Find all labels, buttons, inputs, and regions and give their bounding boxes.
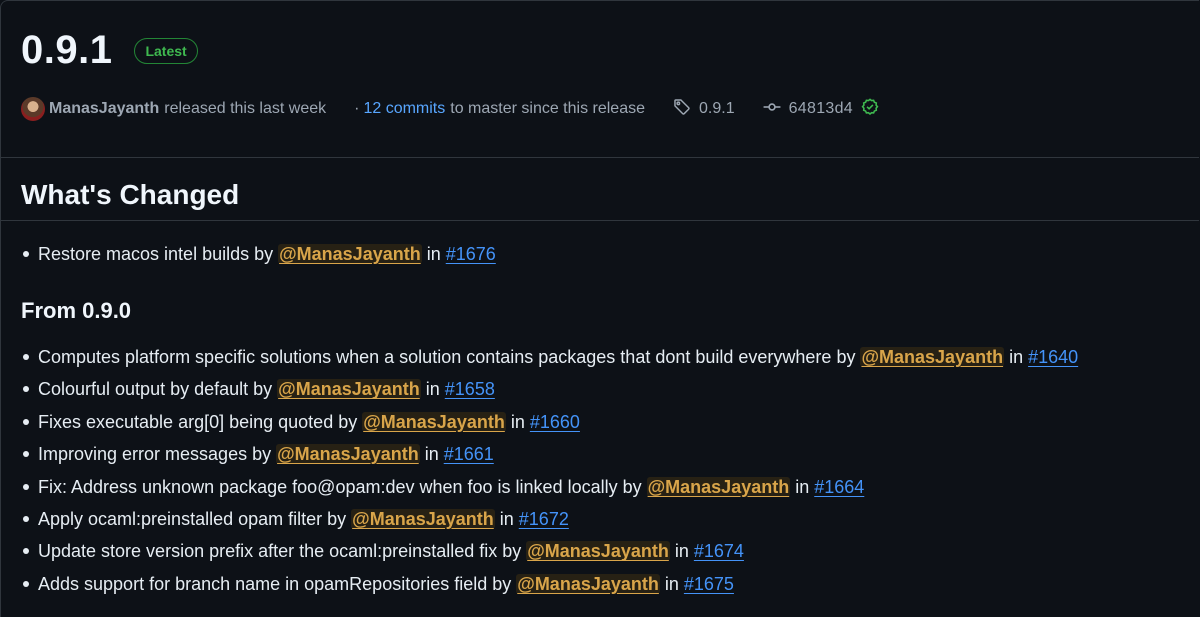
git-commit-icon xyxy=(763,98,781,121)
from-heading: From 0.9.0 xyxy=(21,298,132,323)
user-mention[interactable]: @ManasJayanth xyxy=(646,476,791,497)
list-item: Adds support for branch name in opamRepo… xyxy=(0,568,1078,600)
heading-rule xyxy=(0,220,1199,221)
in-text: in xyxy=(419,444,444,465)
user-mention[interactable]: @ManasJayanth xyxy=(276,444,420,465)
change-text: Colourful output by default by xyxy=(38,379,278,400)
latest-badge: Latest xyxy=(134,38,198,64)
release-title[interactable]: 0.9.1 xyxy=(21,24,112,76)
in-text: in xyxy=(669,541,694,562)
user-mention[interactable]: @ManasJayanth xyxy=(362,411,506,432)
author-link[interactable]: ManasJayanth xyxy=(49,100,159,118)
released-text: released this last week xyxy=(164,100,327,117)
user-mention[interactable]: @ManasJayanth xyxy=(860,347,1005,367)
in-text: in xyxy=(505,411,530,432)
pr-link[interactable]: #1660 xyxy=(530,412,580,432)
pr-link[interactable]: #1640 xyxy=(1028,347,1078,367)
whats-changed-heading: What's Changed xyxy=(21,179,240,210)
user-mention[interactable]: @ManasJayanth xyxy=(526,541,670,562)
release-header: 0.9.1 Latest xyxy=(21,24,198,76)
list-item: Fix: Address unknown package foo@opam:de… xyxy=(0,471,1078,503)
change-text: Fixes executable arg[0] being quoted by xyxy=(38,411,363,432)
meta-divider xyxy=(0,157,1199,158)
in-text: in xyxy=(1004,347,1029,367)
list-item: Improving error messages by @ManasJayant… xyxy=(0,438,1078,470)
user-mention[interactable]: @ManasJayanth xyxy=(277,379,421,400)
in-text: in xyxy=(790,476,815,497)
user-mention[interactable]: @ManasJayanth xyxy=(278,244,422,264)
change-text: Adds support for branch name in opamRepo… xyxy=(38,573,517,594)
pr-link[interactable]: #1664 xyxy=(814,477,864,497)
user-mention[interactable]: @ManasJayanth xyxy=(351,509,495,530)
change-text: Update store version prefix after the oc… xyxy=(38,541,527,562)
change-text: Computes platform specific solutions whe… xyxy=(38,347,861,367)
in-text: in xyxy=(494,509,519,530)
pr-link[interactable]: #1674 xyxy=(694,541,744,561)
tag-icon xyxy=(673,98,691,121)
list-item: Fixes executable arg[0] being quoted by … xyxy=(0,406,1078,438)
from-changes-list: Computes platform specific solutions whe… xyxy=(21,341,1078,600)
in-text: in xyxy=(420,379,445,400)
pr-link[interactable]: #1676 xyxy=(446,244,496,264)
author-avatar[interactable] xyxy=(21,97,45,121)
pr-link[interactable]: #1672 xyxy=(519,509,569,529)
in-text: in xyxy=(421,244,446,264)
list-item: Computes platform specific solutions whe… xyxy=(0,341,1078,373)
list-item: Update store version prefix after the oc… xyxy=(0,535,1078,567)
pr-link[interactable]: #1661 xyxy=(444,444,494,464)
change-text: Improving error messages by xyxy=(38,444,277,465)
commit-sha-link[interactable]: 64813d4 xyxy=(789,100,853,118)
pr-link[interactable]: #1675 xyxy=(684,574,734,594)
commits-link[interactable]: 12 commits xyxy=(363,100,445,118)
change-text: Apply ocaml:preinstalled opam filter by xyxy=(38,509,352,530)
list-item: Colourful output by default by @ManasJay… xyxy=(0,373,1078,405)
check-circle-icon[interactable] xyxy=(861,97,879,121)
separator-dot: · xyxy=(354,100,360,117)
change-text: Fix: Address unknown package foo@opam:de… xyxy=(38,476,647,497)
in-text: in xyxy=(659,573,684,594)
release-meta: ManasJayanth released this last week · 1… xyxy=(21,95,879,123)
change-text: Restore macos intel builds by xyxy=(38,244,279,264)
list-item: Apply ocaml:preinstalled opam filter by … xyxy=(0,503,1078,535)
changes-list: Restore macos intel builds by @ManasJaya… xyxy=(21,238,496,270)
user-mention[interactable]: @ManasJayanth xyxy=(516,573,660,594)
pr-link[interactable]: #1658 xyxy=(445,379,495,399)
commits-suffix: to master since this release xyxy=(450,100,645,117)
tag-link[interactable]: 0.9.1 xyxy=(699,100,735,118)
list-item: Restore macos intel builds by @ManasJaya… xyxy=(0,238,496,270)
